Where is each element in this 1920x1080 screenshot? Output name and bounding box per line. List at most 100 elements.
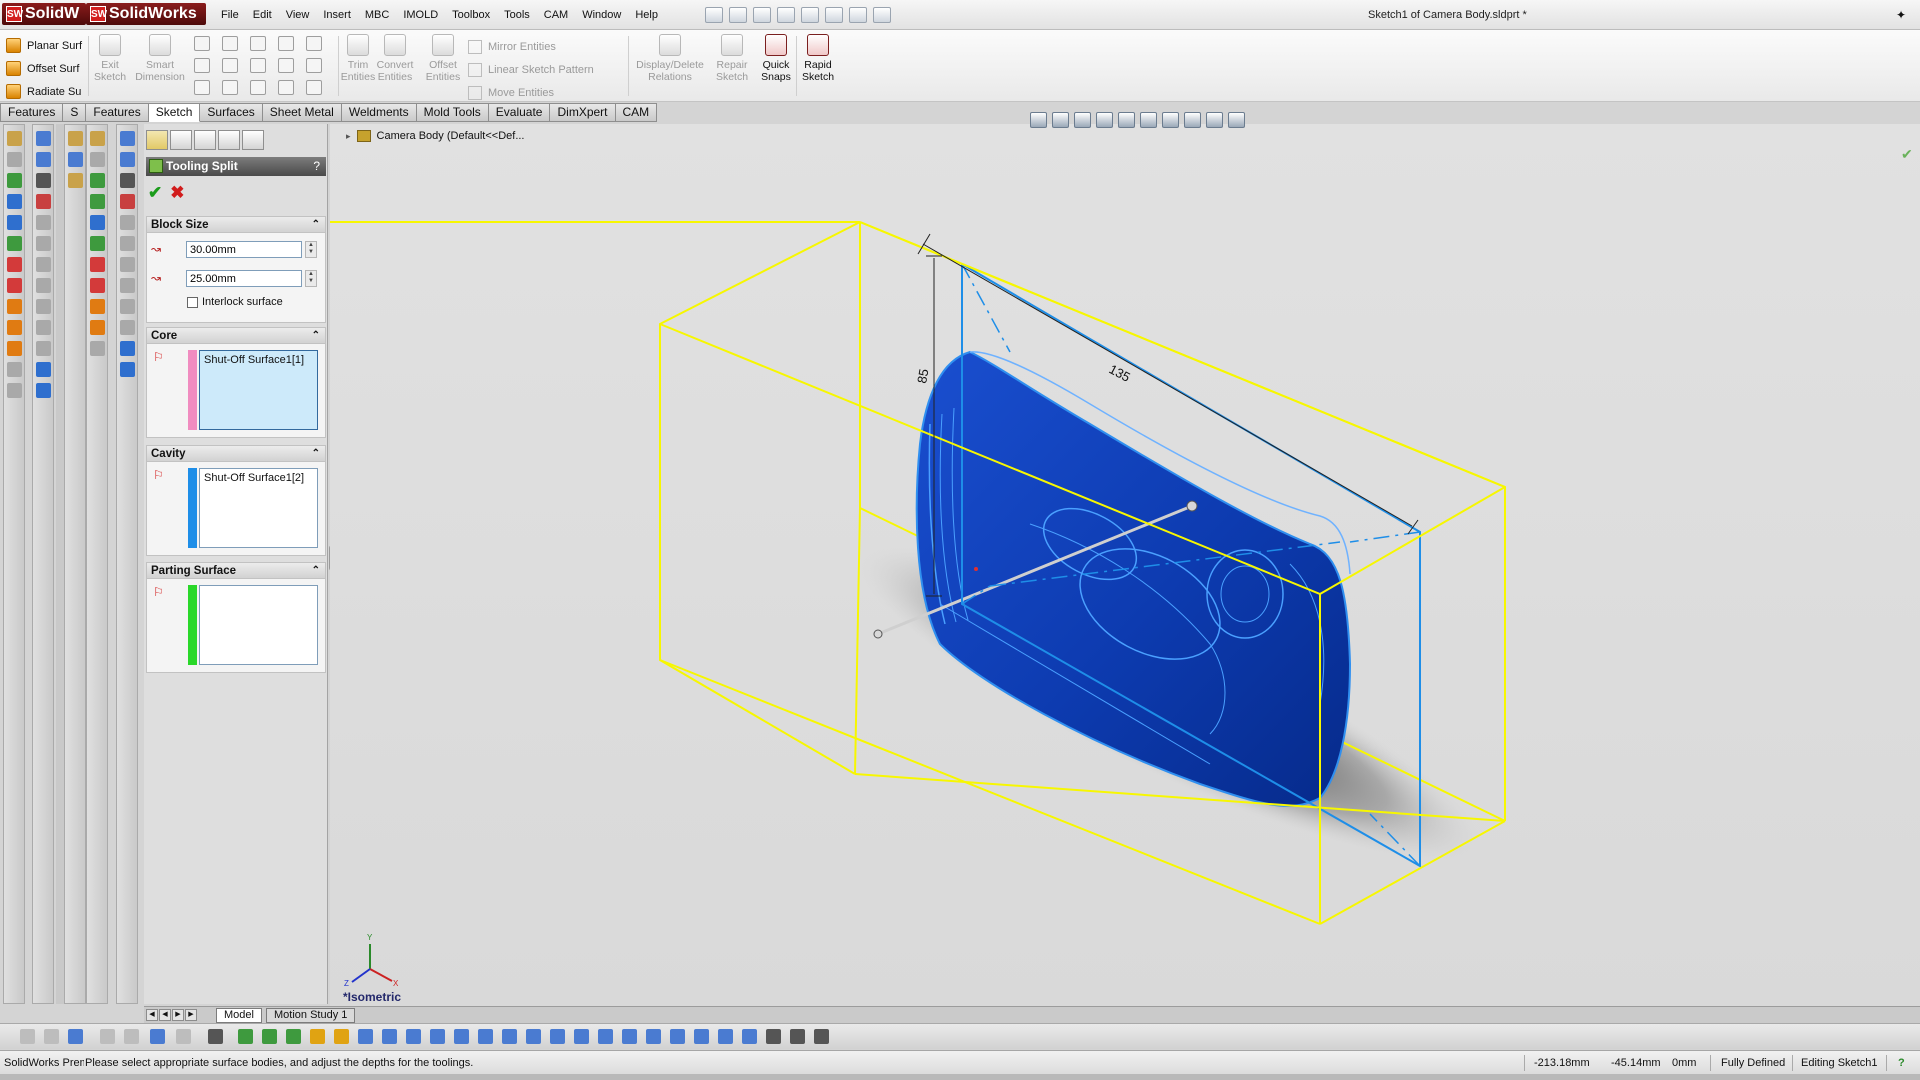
tab-sheet-metal[interactable]: Sheet Metal (262, 103, 342, 122)
toolbar-icon[interactable] (35, 299, 51, 314)
linear-sketch-pattern-button[interactable]: Linear Sketch Pattern (468, 58, 594, 81)
solidworks-logo-2[interactable]: SW SolidWorks (86, 3, 206, 25)
toolbar-icon[interactable] (6, 194, 22, 209)
point-icon[interactable] (306, 36, 322, 51)
toolbar-icon[interactable] (35, 383, 51, 398)
view-orientation-icon[interactable] (1118, 112, 1135, 128)
filter-icon[interactable] (20, 1029, 35, 1044)
toolbar-icon[interactable] (35, 215, 51, 230)
solidworks-logo[interactable]: SW SolidW (2, 3, 86, 25)
filter-icon[interactable] (100, 1029, 115, 1044)
tab-cam[interactable]: CAM (615, 103, 658, 122)
tab-sketch[interactable]: Sketch (148, 103, 201, 122)
filter-icon[interactable] (310, 1029, 325, 1044)
prev-tab-icon[interactable]: ◀ (159, 1009, 171, 1021)
collapse-icon[interactable]: ⌃ (312, 217, 320, 233)
cavity-header[interactable]: Cavity ⌃ (147, 446, 325, 462)
circle-icon[interactable] (222, 36, 238, 51)
chamfer-icon[interactable] (250, 80, 266, 95)
filter-icon[interactable] (790, 1029, 805, 1044)
text-icon[interactable] (306, 58, 322, 73)
depth-1-spinner[interactable]: ▲ ▼ (305, 241, 317, 258)
toolbar-icon[interactable] (35, 341, 51, 356)
menu-window[interactable]: Window (575, 0, 628, 30)
display-style-icon[interactable] (1140, 112, 1157, 128)
toolbar-icon[interactable] (89, 257, 105, 272)
filter-icon[interactable] (670, 1029, 685, 1044)
filter-icon[interactable] (124, 1029, 139, 1044)
ok-check-icon[interactable]: ✔ (148, 183, 162, 203)
toolbar-icon[interactable] (119, 362, 135, 377)
next-tab-icon[interactable]: ▶ (172, 1009, 184, 1021)
tab-model[interactable]: Model (216, 1008, 262, 1023)
toolbar-icon[interactable] (6, 278, 22, 293)
mirror-entities-button[interactable]: Mirror Entities (468, 35, 594, 58)
toolbar-icon[interactable] (6, 152, 22, 167)
rapid-sketch-button[interactable]: Rapid Sketch (798, 34, 838, 83)
tab-motion-study-1[interactable]: Motion Study 1 (266, 1008, 356, 1023)
tab-s[interactable]: S (63, 103, 87, 122)
parting-surface-selection-list[interactable] (199, 585, 318, 665)
filter-icon[interactable] (622, 1029, 637, 1044)
toolbar-icon[interactable] (6, 341, 22, 356)
toolbar-icon[interactable] (6, 257, 22, 272)
menu-tools[interactable]: Tools (497, 0, 537, 30)
menu-insert[interactable]: Insert (316, 0, 358, 30)
cancel-x-icon[interactable]: ✖ (170, 183, 184, 203)
interlock-surface-checkbox[interactable]: Interlock surface (187, 296, 283, 308)
dimension-height[interactable]: 85 (914, 368, 931, 385)
toolbar-icon[interactable] (6, 362, 22, 377)
toolbar-icon[interactable] (119, 194, 135, 209)
offset-entities-button[interactable]: Offset Entities (422, 34, 464, 83)
toolbar-icon[interactable] (35, 173, 51, 188)
toolbar-icon[interactable] (6, 299, 22, 314)
convert-entities-button[interactable]: Convert Entities (372, 34, 418, 83)
offset-surface-button[interactable]: Offset Surf (6, 57, 82, 80)
graphics-area[interactable]: ▸ Camera Body (Default<<Def... 135 85 Y … (330, 124, 1920, 1007)
filter-icon[interactable] (44, 1029, 59, 1044)
repair-sketch-button[interactable]: Repair Sketch (712, 34, 752, 83)
menu-edit[interactable]: Edit (246, 0, 279, 30)
filter-icon[interactable] (742, 1029, 757, 1044)
filter-icon[interactable] (454, 1029, 469, 1044)
spline-icon[interactable] (250, 36, 266, 51)
filter-icon[interactable] (286, 1029, 301, 1044)
depth-direction-1-input[interactable] (186, 241, 302, 258)
toolbar-icon[interactable] (35, 257, 51, 272)
filter-icon[interactable] (478, 1029, 493, 1044)
toolbar-icon[interactable] (119, 173, 135, 188)
grid-icon[interactable] (278, 36, 294, 51)
rebuild-icon[interactable] (849, 7, 867, 23)
section-view-icon[interactable] (1096, 112, 1113, 128)
toolbar-icon[interactable] (6, 236, 22, 251)
toolbar-icon[interactable] (67, 131, 83, 146)
centerline-icon[interactable] (278, 80, 294, 95)
toolbar-icon[interactable] (35, 236, 51, 251)
toolbar-icon[interactable] (119, 278, 135, 293)
filter-icon[interactable] (526, 1029, 541, 1044)
ellipse-icon[interactable] (222, 80, 238, 95)
toolbar-icon[interactable] (6, 173, 22, 188)
tab-features-2[interactable]: Features (86, 103, 149, 122)
filter-icon[interactable] (208, 1029, 223, 1044)
move-entities-button[interactable]: Move Entities (468, 81, 594, 104)
configuration-manager-tab-icon[interactable] (194, 130, 216, 150)
display-delete-relations-button[interactable]: Display/Delete Relations (632, 34, 708, 83)
pin-icon[interactable]: ✦ (1896, 8, 1906, 22)
hide-show-items-icon[interactable] (1162, 112, 1179, 128)
menu-toolbox[interactable]: Toolbox (445, 0, 497, 30)
cavity-selection-list[interactable]: Shut-Off Surface1[2] (199, 468, 318, 548)
filter-icon[interactable] (646, 1029, 661, 1044)
toolbar-icon[interactable] (89, 299, 105, 314)
camera-body-model[interactable] (873, 350, 1352, 807)
toolbar-icon[interactable] (119, 341, 135, 356)
filter-icon[interactable] (694, 1029, 709, 1044)
toolbar-icon[interactable] (35, 320, 51, 335)
radiate-surface-button[interactable]: Radiate Su (6, 80, 82, 103)
menu-file[interactable]: File (214, 0, 246, 30)
toolbar-icon[interactable] (35, 194, 51, 209)
interlock-checkbox-box[interactable] (187, 296, 198, 308)
menu-cam[interactable]: CAM (537, 0, 575, 30)
filter-icon[interactable] (814, 1029, 829, 1044)
tab-features[interactable]: Features (0, 103, 64, 122)
